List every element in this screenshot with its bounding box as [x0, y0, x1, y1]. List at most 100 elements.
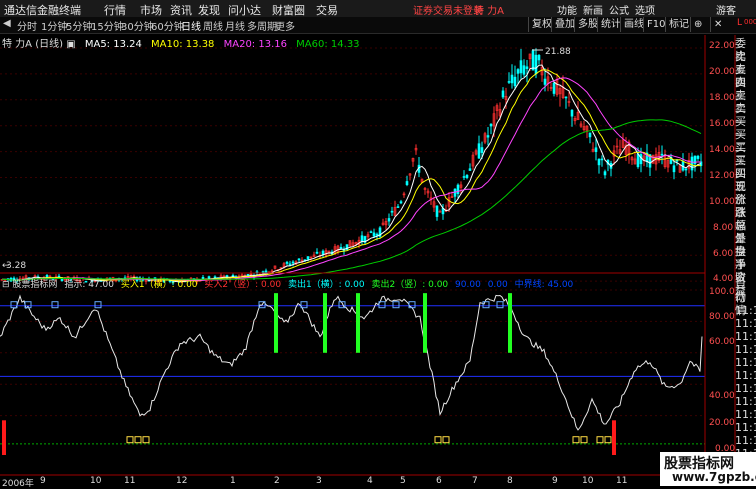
side-item[interactable]: 换手	[735, 245, 756, 271]
side-item[interactable]: 买三	[735, 141, 756, 167]
side-item[interactable]: 现价	[735, 180, 756, 206]
candle-body	[375, 233, 379, 236]
side-item[interactable]: 买一	[735, 115, 756, 141]
side-item[interactable]: 总量	[735, 219, 756, 245]
time-side-item[interactable]: 11:1	[735, 421, 756, 434]
candle-body	[525, 66, 529, 69]
candle-body	[315, 251, 319, 254]
time-side-item[interactable]: 11:1	[735, 408, 756, 421]
time-side-item[interactable]: 11:1	[735, 395, 756, 408]
side-header[interactable]: L 000	[735, 17, 756, 35]
kline-chart[interactable]: 21.88 3.28 ←	[0, 0, 756, 487]
time-side-item[interactable]: 11:1	[735, 382, 756, 395]
candle-body	[513, 76, 517, 87]
side-item[interactable]: 买五	[735, 167, 756, 193]
time-side-item[interactable]: 11:1	[735, 317, 756, 330]
indicator-icon[interactable]: ⊟	[2, 280, 10, 290]
date-label: 12	[176, 476, 188, 486]
time-side-panel[interactable]: 自动行情11:111:111:111:111:111:111:111:111:1…	[735, 278, 756, 460]
buy-signal-bar	[612, 420, 616, 455]
candle-body	[564, 96, 568, 99]
candle-body	[600, 158, 604, 161]
date-label: 1	[230, 476, 236, 486]
y-label: 20.00	[709, 67, 735, 77]
quote-side-panel[interactable]: 委比 卖五 卖四 卖三 卖二 卖一 买一 买二 买三 买四 买五 现价 涨跌 涨幅 总量 外盘 换手 净资 收益	[735, 37, 756, 297]
candle-body	[516, 69, 520, 74]
candle-body	[297, 258, 301, 261]
indicator-name: 股票指标网	[12, 280, 58, 290]
sub-y-label: 80.00	[709, 312, 735, 322]
buy-marker	[580, 436, 588, 444]
candle-body	[603, 171, 607, 176]
sell-signal-bar	[274, 293, 278, 353]
side-item[interactable]: 买二	[735, 128, 756, 154]
candle-body	[468, 168, 472, 171]
y-label: 18.00	[709, 93, 735, 103]
y-label: 4.00	[713, 274, 734, 284]
candle-body	[537, 55, 541, 61]
time-side-item[interactable]: 11:1	[735, 304, 756, 317]
side-item[interactable]: 委比	[735, 37, 756, 63]
candle-body	[519, 60, 523, 74]
indicator-value: 指示: 47.00	[64, 280, 114, 290]
candle-body	[531, 50, 535, 71]
level0-value: 0.00	[487, 280, 508, 290]
low-arrow-icon: ←	[2, 261, 10, 271]
candle-body	[684, 168, 688, 171]
candle-body	[588, 132, 592, 138]
time-side-item[interactable]: 11:1	[735, 356, 756, 369]
side-item[interactable]: 买四	[735, 154, 756, 180]
date-label: 6	[436, 476, 442, 486]
candle-body	[435, 205, 439, 217]
date-label: 5	[400, 476, 406, 486]
candle-body	[456, 184, 460, 195]
ma20-line	[2, 77, 702, 281]
date-label: 11	[616, 476, 628, 486]
buy-signal-bar	[2, 420, 6, 455]
sub-y-label: 40.00	[709, 391, 735, 401]
side-item[interactable]: 卖三	[735, 76, 756, 102]
time-side-item[interactable]: 自动	[735, 278, 756, 304]
buy-marker	[126, 436, 134, 444]
side-item[interactable]: 外盘	[735, 232, 756, 258]
candle-body	[660, 153, 664, 156]
candle-body	[438, 210, 442, 213]
candle-body	[690, 156, 694, 171]
sub-y-label: 100.0	[709, 287, 735, 297]
indicator-legend: ⊟ 股票指标网 指示: 47.00 买入1（横）: 0.00 买入2（竖）: 0…	[2, 277, 573, 290]
side-item[interactable]: 卖二	[735, 89, 756, 115]
buy-marker	[442, 436, 450, 444]
time-side-item[interactable]: 11:1	[735, 369, 756, 382]
side-item[interactable]: 卖一	[735, 102, 756, 128]
watermark-logo: 股票指标网 www.7gpzb.com	[660, 452, 756, 486]
side-item[interactable]: 涨幅	[735, 206, 756, 232]
y-label: 8.00	[713, 223, 734, 233]
candlesticks	[0, 48, 703, 286]
candle-body	[501, 90, 505, 98]
candle-body	[597, 158, 601, 166]
date-label: 3	[316, 476, 322, 486]
date-label: 10	[582, 476, 594, 486]
candle-body	[534, 54, 538, 75]
sell-signal-bar	[356, 293, 360, 353]
time-side-item[interactable]: 11:1	[735, 434, 756, 447]
side-item[interactable]: 卖五	[735, 50, 756, 76]
buy-marker	[596, 436, 604, 444]
date-label: 4	[367, 476, 373, 486]
midline-value: 中界线: 45.00	[514, 280, 574, 290]
candle-body	[510, 74, 514, 84]
time-side-item[interactable]: 11:1	[735, 343, 756, 356]
time-side-item[interactable]: 行情	[735, 291, 756, 317]
moving-averages	[2, 64, 702, 283]
buy-marker	[434, 436, 442, 444]
candle-body	[360, 235, 364, 242]
side-item[interactable]: 卖四	[735, 63, 756, 89]
buy1-value: 买入1（横）: 0.00	[120, 280, 198, 290]
candle-body	[486, 135, 490, 138]
side-item[interactable]: 净资	[735, 258, 756, 284]
date-label: 2006年	[2, 479, 34, 489]
side-item[interactable]: 涨跌	[735, 193, 756, 219]
candle-body	[399, 201, 403, 204]
candle-body	[321, 250, 325, 255]
time-side-item[interactable]: 11:1	[735, 330, 756, 343]
